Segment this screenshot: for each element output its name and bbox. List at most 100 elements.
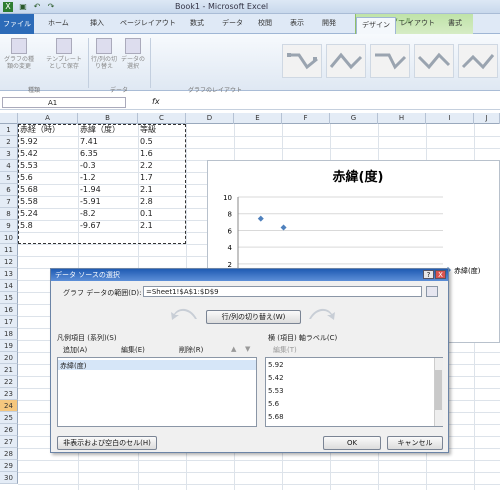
row-header[interactable]: 6 (0, 184, 18, 196)
row-header[interactable]: 26 (0, 424, 18, 436)
row-header[interactable]: 21 (0, 364, 18, 376)
y-tick-label: 4 (228, 244, 233, 252)
series-listbox[interactable]: 赤緯(度) (57, 357, 257, 427)
tab-view[interactable]: 表示 (290, 18, 304, 28)
axis-label-item[interactable]: 5.6 (268, 400, 279, 408)
select-all-corner[interactable] (0, 113, 18, 124)
column-header-b[interactable]: B (78, 113, 138, 124)
add-series-button[interactable]: 追加(A) (63, 345, 87, 355)
name-box[interactable]: A1 (2, 97, 126, 108)
axis-labels-header: 横 (項目) 軸ラベル(C) (268, 334, 338, 342)
move-down-icon[interactable]: ▼ (245, 345, 250, 353)
row-header[interactable]: 1 (0, 124, 18, 136)
fx-icon[interactable]: fx (152, 97, 160, 106)
range-collapse-icon[interactable] (426, 286, 438, 297)
cancel-button[interactable]: キャンセル (387, 436, 443, 450)
column-header-c[interactable]: C (138, 113, 186, 124)
row-header[interactable]: 2 (0, 136, 18, 148)
tab-file[interactable]: ファイル (0, 14, 34, 34)
undo-icon[interactable]: ↶ (32, 2, 42, 12)
ok-button[interactable]: OK (323, 436, 381, 450)
column-header-j[interactable]: J (474, 113, 500, 124)
row-header[interactable]: 10 (0, 232, 18, 244)
series-item[interactable]: 赤緯(度) (60, 361, 86, 371)
axis-label-item[interactable]: 5.53 (268, 387, 284, 395)
dialog-title: データ ソースの選択 (51, 269, 448, 281)
edit-series-button[interactable]: 編集(E) (121, 345, 145, 355)
row-header[interactable]: 3 (0, 148, 18, 160)
axis-labels-listbox[interactable]: 5.92 5.42 5.53 5.6 5.68 (265, 357, 443, 427)
axis-label-item[interactable]: 5.92 (268, 361, 284, 369)
row-header[interactable]: 29 (0, 460, 18, 472)
row-header[interactable]: 20 (0, 352, 18, 364)
hidden-empty-cells-button[interactable]: 非表示および空白のセル(H) (57, 436, 157, 450)
help-button[interactable]: ? (423, 270, 434, 279)
row-header[interactable]: 28 (0, 448, 18, 460)
close-button[interactable]: X (435, 270, 446, 279)
column-header-a[interactable]: A (18, 113, 78, 124)
row-header[interactable]: 19 (0, 340, 18, 352)
row-header[interactable]: 17 (0, 316, 18, 328)
row-header[interactable]: 7 (0, 196, 18, 208)
row-header[interactable]: 12 (0, 256, 18, 268)
row-header[interactable]: 25 (0, 412, 18, 424)
chart-style-1[interactable] (282, 44, 322, 78)
tab-developer[interactable]: 開発 (322, 18, 336, 28)
row-header[interactable]: 16 (0, 304, 18, 316)
row-header[interactable]: 8 (0, 208, 18, 220)
row-header[interactable]: 18 (0, 328, 18, 340)
data-range-input[interactable]: =Sheet1!$A$1:$D$9 (143, 286, 422, 297)
y-tick-label: 8 (228, 211, 232, 219)
tab-chart-layout[interactable]: レイアウト (400, 18, 435, 28)
save-template-button[interactable]: テンプレートとして保存 (44, 38, 84, 70)
row-header[interactable]: 11 (0, 244, 18, 256)
move-up-icon[interactable]: ▲ (231, 345, 236, 353)
tab-formulas[interactable]: 数式 (190, 18, 204, 28)
column-header-i[interactable]: I (426, 113, 474, 124)
switch-row-column-dialog-button[interactable]: 行/列の切り替え(W) (206, 310, 301, 324)
ok-label: OK (346, 439, 358, 447)
row-header[interactable]: 13 (0, 268, 18, 280)
column-header-g[interactable]: G (330, 113, 378, 124)
save-icon[interactable]: ▣ (18, 2, 28, 12)
tab-format[interactable]: 書式 (448, 18, 462, 28)
scrollbar-thumb[interactable] (435, 370, 442, 410)
redo-icon[interactable]: ↷ (46, 2, 56, 12)
left-arrow-icon (169, 307, 199, 321)
column-header-e[interactable]: E (234, 113, 282, 124)
row-header[interactable]: 9 (0, 220, 18, 232)
axis-label-item[interactable]: 5.42 (268, 374, 284, 382)
row-header[interactable]: 27 (0, 436, 18, 448)
axis-label-item[interactable]: 5.68 (268, 413, 284, 421)
column-headers: A B C D E F G H I J (0, 113, 500, 124)
tab-page-layout[interactable]: ページレイアウト (120, 18, 176, 28)
select-data-button[interactable]: データの選択 (119, 38, 147, 70)
row-header[interactable]: 4 (0, 160, 18, 172)
tab-insert[interactable]: 挿入 (90, 18, 104, 28)
switch-row-column-button[interactable]: 行/列の切り替え (90, 38, 118, 70)
delete-series-button[interactable]: 削除(R) (179, 345, 203, 355)
column-header-h[interactable]: H (378, 113, 426, 124)
column-header-d[interactable]: D (186, 113, 234, 124)
chart-style-2[interactable] (326, 44, 366, 78)
tab-design[interactable]: デザイン (356, 17, 396, 34)
row-header[interactable]: 23 (0, 388, 18, 400)
chart-style-4[interactable] (414, 44, 454, 78)
group-divider (150, 38, 151, 88)
change-chart-type-button[interactable]: グラフの種類の変更 (4, 38, 34, 70)
chart-style-5[interactable] (458, 44, 498, 78)
tab-review[interactable]: 校閲 (258, 18, 272, 28)
row-header[interactable]: 14 (0, 280, 18, 292)
y-tick-label: 10 (223, 194, 232, 202)
row-header[interactable]: 24 (0, 400, 18, 412)
row-header[interactable]: 30 (0, 472, 18, 484)
row-header[interactable]: 15 (0, 292, 18, 304)
column-header-f[interactable]: F (282, 113, 330, 124)
group-divider (88, 38, 89, 88)
row-header[interactable]: 5 (0, 172, 18, 184)
edit-axis-labels-button[interactable]: 編集(T) (273, 345, 297, 355)
row-header[interactable]: 22 (0, 376, 18, 388)
tab-data[interactable]: データ (222, 18, 243, 28)
tab-home[interactable]: ホーム (48, 18, 69, 28)
chart-style-3[interactable] (370, 44, 410, 78)
